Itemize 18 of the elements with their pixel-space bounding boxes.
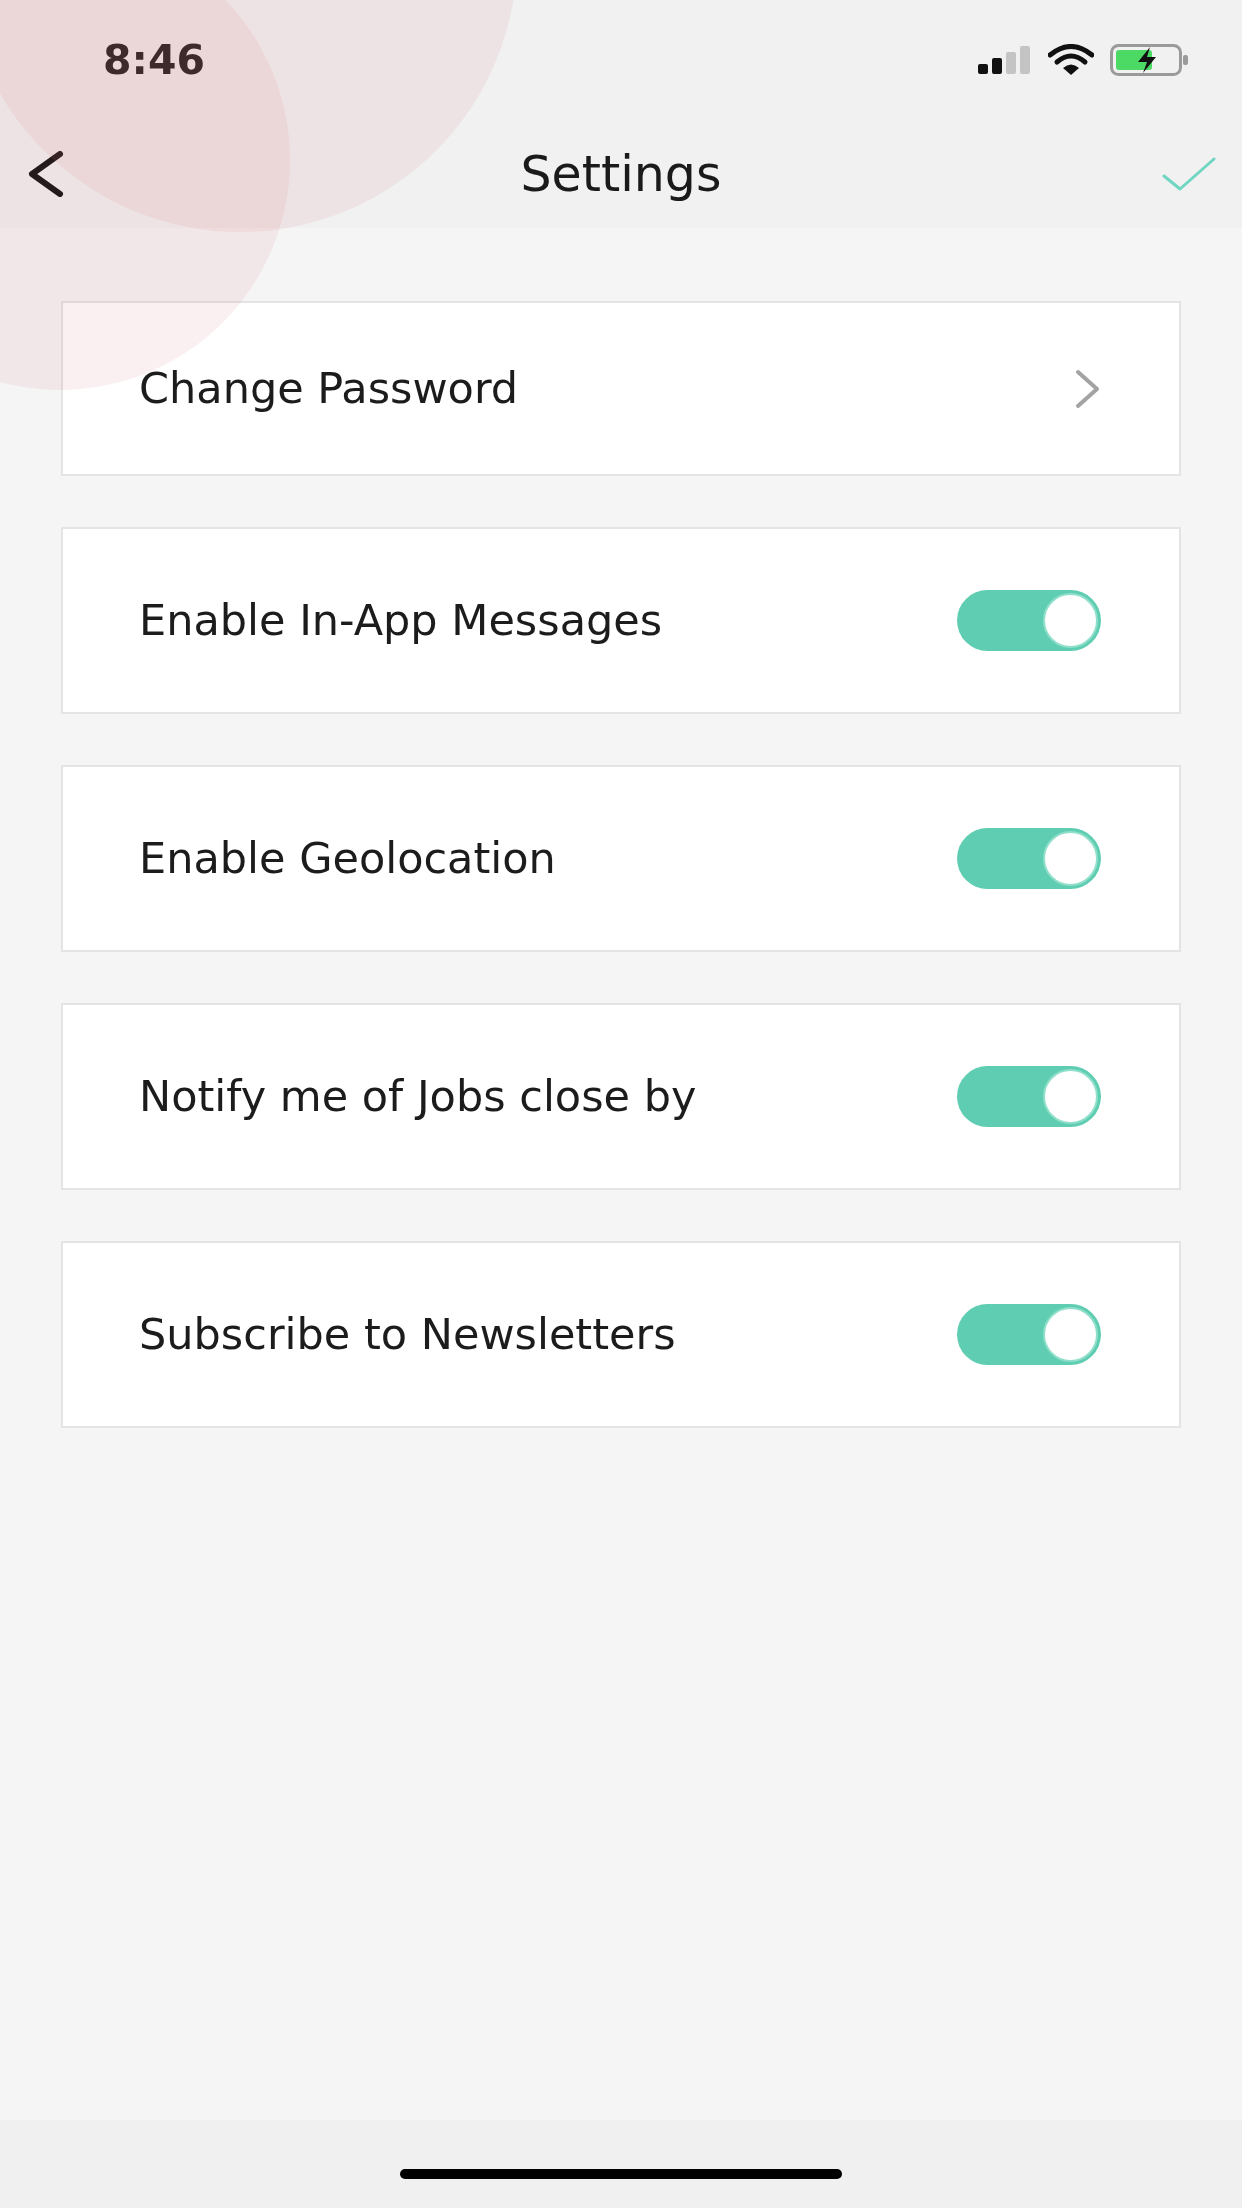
setting-label: Enable Geolocation	[139, 837, 556, 880]
settings-row[interactable]: Change Password	[61, 301, 1181, 476]
battery-charging-icon	[1110, 44, 1190, 76]
setting-label: Notify me of Jobs close by	[139, 1075, 697, 1118]
setting-label: Subscribe to Newsletters	[139, 1313, 676, 1356]
wifi-icon	[1048, 44, 1094, 76]
toggle-switch[interactable]	[957, 1066, 1101, 1127]
setting-label: Enable In-App Messages	[139, 599, 663, 642]
chevron-right-icon	[1075, 368, 1101, 409]
signal-icon	[978, 46, 1032, 74]
toggle-switch[interactable]	[957, 1304, 1101, 1365]
setting-label: Change Password	[139, 367, 519, 410]
checkmark-icon[interactable]	[1162, 156, 1216, 192]
status-time: 8:46	[103, 39, 205, 81]
back-icon[interactable]	[26, 151, 64, 197]
page-title: Settings	[520, 149, 722, 199]
toggle-switch[interactable]	[957, 590, 1101, 651]
toggle-switch[interactable]	[957, 828, 1101, 889]
